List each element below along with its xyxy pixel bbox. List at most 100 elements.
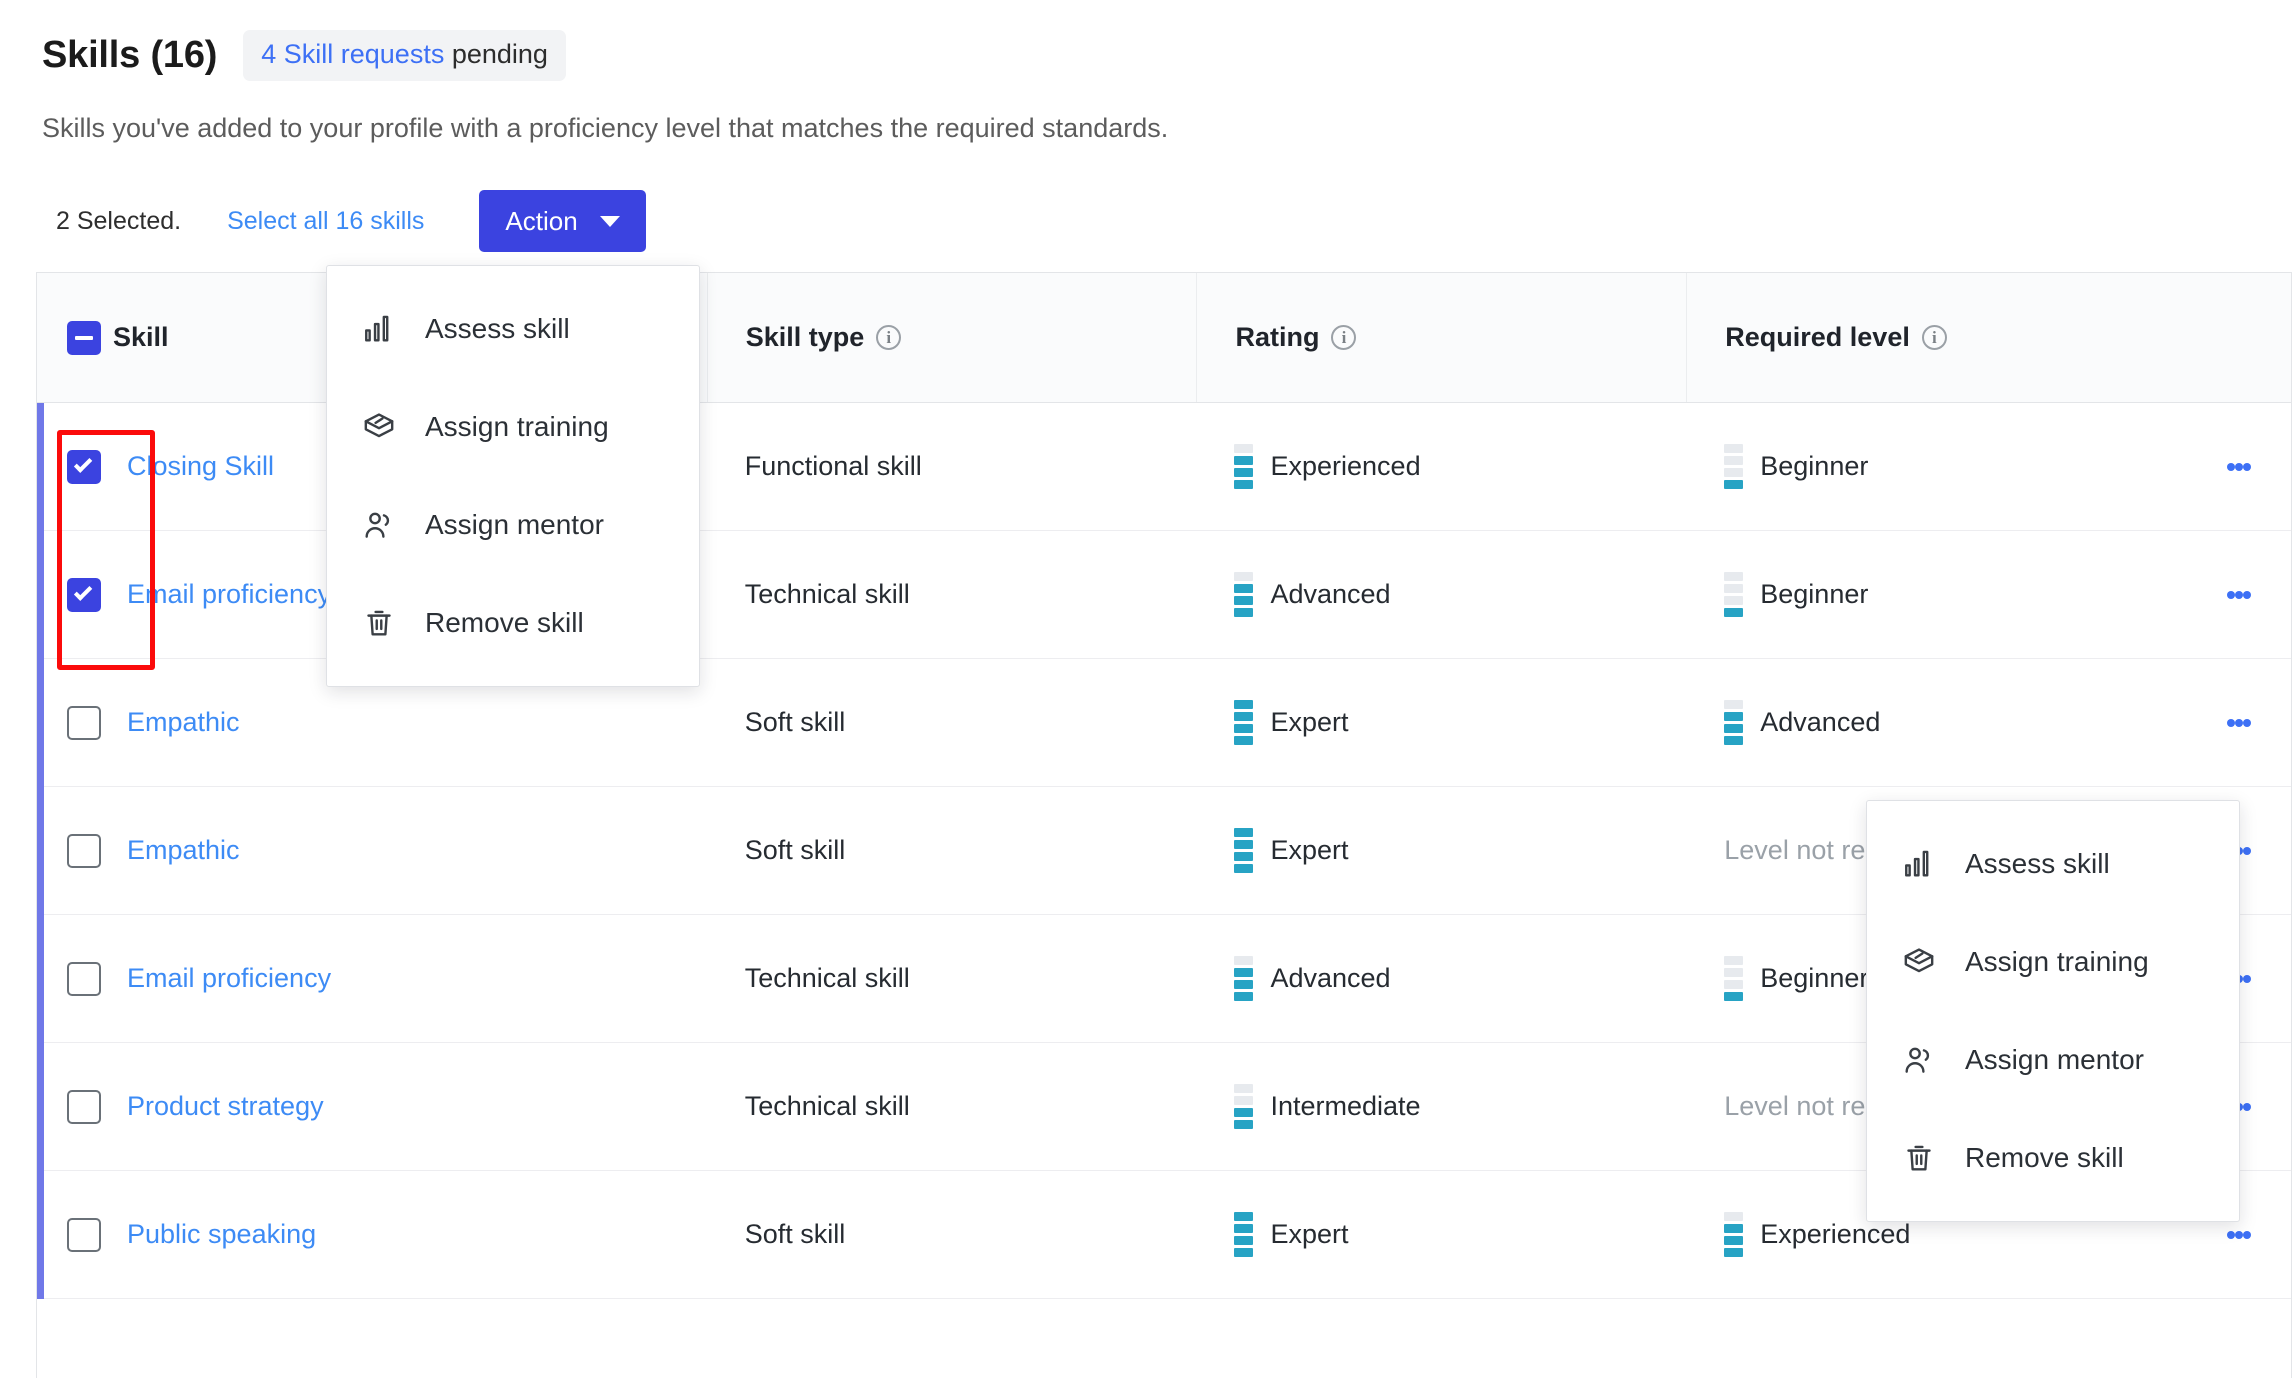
row-checkbox[interactable] [67,1089,101,1124]
rating-cell: Expert [1234,1212,1349,1257]
graduation-cap-icon [1901,944,1937,980]
required-level-cell-wrap: Advanced [1686,659,2186,786]
menu-item-label: Assess skill [1965,848,2110,879]
column-header-rating-label: Rating [1235,322,1320,352]
skill-type-cell: Technical skill [744,963,910,993]
skill-name-link[interactable]: Email proficiency [127,579,331,610]
chevron-down-icon [599,215,620,227]
skill-requests-badge[interactable]: 4 Skill requests pending [243,30,566,81]
row-checkbox[interactable] [67,577,101,612]
selected-count-label: 2 Selected. [56,206,182,235]
row-kebab-menu-button[interactable] [2186,403,2291,530]
row-context-menu[interactable]: Assess skill Assign training Assign mentor… [1866,800,2240,1222]
row-checkbox[interactable] [67,1217,101,1252]
row-checkbox[interactable] [67,961,101,996]
select-all-checkbox[interactable] [67,320,101,355]
people-icon [1901,1042,1937,1078]
row-accent-bar [37,915,44,1043]
skill-requests-link[interactable]: 4 Skill requests [261,39,444,69]
menu-item-assign-mentor[interactable]: Assign mentor [327,476,699,574]
menu-item-label: Assess skill [425,313,570,344]
required-level-label: Beginner [1760,579,1869,609]
row-accent-bar [37,531,44,659]
skill-type-cell: Soft skill [744,835,846,865]
level-indicator [1724,956,1744,1001]
rating-cell: Advanced [1234,956,1391,1001]
menu-item-label: Assign mentor [425,509,604,540]
column-header-rating: Rating i [1196,273,1686,402]
rating-cell: Expert [1234,700,1349,745]
row-kebab-menu-button[interactable] [2186,659,2291,786]
skill-name-link[interactable]: Email proficiency [127,963,331,994]
action-button[interactable]: Action [479,190,646,252]
required-level-cell: Advanced [1724,700,1880,745]
rating-cell-wrap: Expert [1196,1171,1686,1298]
level-indicator [1234,1212,1254,1257]
rating-label: Advanced [1270,579,1391,609]
rating-cell-wrap: Advanced [1196,915,1686,1042]
skill-name-link[interactable]: Empathic [127,707,240,738]
menu-item-remove-skill[interactable]: Remove skill [1867,1109,2239,1207]
menu-item-assign-mentor[interactable]: Assign mentor [1867,1011,2239,1109]
menu-item-label: Remove skill [1965,1142,2124,1173]
menu-item-remove-skill[interactable]: Remove skill [327,574,699,672]
select-all-link[interactable]: Select all 16 skills [227,207,424,236]
skill-cell: Product strategy [37,1043,707,1170]
skill-type-cell: Technical skill [744,579,910,609]
skill-type-cell: Soft skill [744,1219,846,1249]
row-accent-bar [37,659,44,787]
menu-item-assess-skill[interactable]: Assess skill [327,280,699,378]
skill-name-link[interactable]: Product strategy [127,1091,324,1122]
trash-icon [1901,1140,1937,1176]
level-indicator [1724,572,1744,617]
row-accent-bar [37,1171,44,1299]
column-header-actions [2186,273,2291,402]
skill-name-link[interactable]: Empathic [127,835,240,866]
people-icon [361,507,397,543]
skill-type-cell: Functional skill [744,451,922,481]
skill-cell: Email proficiency [37,915,707,1042]
bar-chart-icon [361,311,397,347]
skill-name-link[interactable]: Public speaking [127,1219,316,1250]
graduation-cap-icon [361,409,397,445]
column-header-skill-type: Skill type i [706,273,1197,402]
rating-cell-wrap: Experienced [1196,403,1686,530]
menu-item-label: Remove skill [425,607,584,638]
column-header-required-level: Required level i [1686,273,2186,402]
level-indicator [1724,1212,1744,1257]
action-dropdown-menu[interactable]: Assess skill Assign training Assign mentor… [326,265,700,687]
level-indicator [1234,828,1254,873]
rating-label: Expert [1270,835,1349,865]
rating-cell-wrap: Advanced [1196,531,1686,658]
level-indicator [1724,700,1744,745]
skills-page: Skills (16) 4 Skill requests pending Ski… [0,0,2292,1378]
skill-name-link[interactable]: Closing Skill [127,451,274,482]
level-indicator [1234,956,1254,1001]
skill-cell: Empathic [37,787,707,914]
page-header: Skills (16) 4 Skill requests pending [42,30,566,81]
row-checkbox[interactable] [67,833,101,868]
menu-item-assign-training[interactable]: Assign training [1867,913,2239,1011]
level-indicator [1724,444,1744,489]
row-kebab-menu-button[interactable] [2186,531,2291,658]
row-accent-bar [37,403,44,531]
rating-cell-wrap: Intermediate [1196,1043,1686,1170]
info-icon[interactable]: i [1331,325,1357,350]
trash-icon [361,605,397,641]
info-icon[interactable]: i [876,325,902,350]
required-level-cell-wrap: Beginner [1686,403,2186,530]
row-checkbox[interactable] [67,705,101,740]
menu-item-label: Assign training [1965,946,2149,977]
page-subtitle: Skills you've added to your profile with… [42,113,1169,143]
level-indicator [1234,700,1254,745]
bar-chart-icon [1901,846,1937,882]
rating-cell: Expert [1234,828,1349,873]
info-icon[interactable]: i [1921,325,1947,350]
rating-label: Intermediate [1270,1091,1421,1121]
rating-label: Advanced [1270,963,1391,993]
menu-item-assess-skill[interactable]: Assess skill [1867,815,2239,913]
column-header-skill-label: Skill [113,322,169,352]
rating-cell: Intermediate [1234,1084,1421,1129]
row-checkbox[interactable] [67,449,101,484]
menu-item-assign-training[interactable]: Assign training [327,378,699,476]
